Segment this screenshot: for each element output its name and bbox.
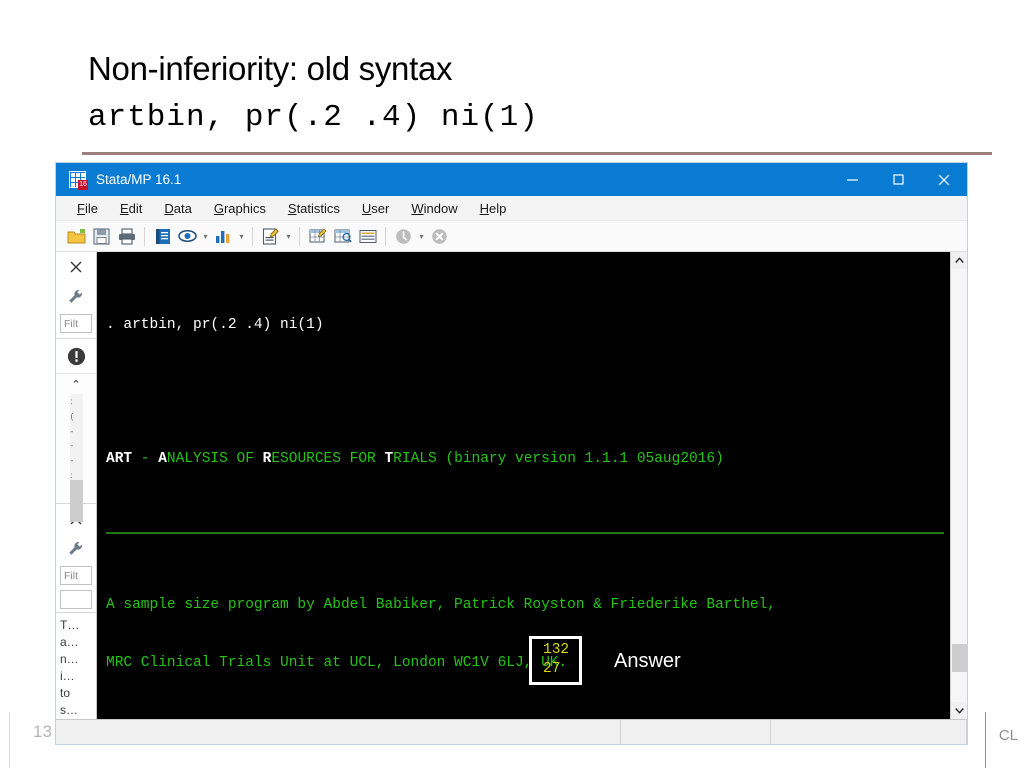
results-scrollbar[interactable] <box>950 252 967 719</box>
title-divider <box>82 152 992 155</box>
right-edge-divider <box>985 712 986 768</box>
toolbar-separator-2 <box>252 226 253 246</box>
toolbar: ▾ ▾ ▾ ▾ <box>56 221 967 252</box>
toolbar-separator <box>144 226 145 246</box>
slide-number: 13 <box>33 722 52 741</box>
list-item[interactable]: a… <box>60 634 96 651</box>
do-file-editor-icon[interactable] <box>258 224 283 249</box>
scroll-down-arrow-icon[interactable] <box>951 702 968 719</box>
page-subtitle-command: artbin, pr(.2 .4) ni(1) <box>88 100 539 135</box>
slide-canvas: Non-inferiority: old syntax artbin, pr(.… <box>0 0 1024 768</box>
menu-item-graphics[interactable]: Graphics <box>203 201 277 216</box>
list-item[interactable]: i… <box>60 668 96 685</box>
left-edge-divider <box>9 712 10 768</box>
viewer-eye-icon[interactable] <box>175 224 200 249</box>
variables-truncated-list: T… a… n… i… to s… <box>56 613 96 719</box>
clock-dropdown-caret-icon: ▾ <box>419 231 424 241</box>
data-editor-icon[interactable] <box>305 224 330 249</box>
menu-item-user[interactable]: User <box>351 201 400 216</box>
docked-side-panel: Filt ⌃ :(---: ⌄ <box>56 252 97 719</box>
status-cell-middle <box>621 720 771 744</box>
viewer-dropdown-caret-icon[interactable]: ▾ <box>200 224 211 249</box>
variables-manager-icon[interactable] <box>355 224 380 249</box>
menu-item-file[interactable]: File <box>66 201 109 216</box>
console-banner-line: ART - ANALYSIS OF RESOURCES FOR TRIALS (… <box>106 451 724 468</box>
history-settings-wrench-icon[interactable] <box>56 282 96 312</box>
window-titlebar: 16 Stata/MP 16.1 <box>56 163 967 196</box>
console-command-echo: . artbin, pr(.2 .4) ni(1) <box>106 316 324 333</box>
console-credits-line-2: MRC Clinical Trials Unit at UCL, London … <box>106 655 568 672</box>
list-item[interactable]: n… <box>60 651 96 668</box>
minimize-button[interactable] <box>829 163 875 196</box>
console-rule-top <box>106 531 944 534</box>
list-item[interactable]: s… <box>60 702 96 719</box>
print-icon[interactable] <box>114 224 139 249</box>
clock-icon <box>391 224 416 249</box>
history-scroll-up-arrow-icon[interactable]: ⌃ <box>71 374 80 394</box>
list-item[interactable]: to <box>60 685 96 702</box>
window-body: Filt ⌃ :(---: ⌄ <box>56 252 967 719</box>
open-folder-icon[interactable] <box>64 224 89 249</box>
status-bar <box>56 719 967 744</box>
menu-item-edit[interactable]: Edit <box>109 201 153 216</box>
stata-version-badge: 16 <box>78 180 88 190</box>
scroll-track[interactable] <box>950 269 967 702</box>
window-controls <box>829 163 967 196</box>
window-title: Stata/MP 16.1 <box>96 172 182 187</box>
data-browser-icon[interactable] <box>330 224 355 249</box>
history-scroll-track[interactable]: :(- - -: <box>69 394 83 522</box>
status-cell-right <box>771 720 967 744</box>
graph-icon[interactable] <box>211 224 236 249</box>
save-icon[interactable] <box>89 224 114 249</box>
do-file-dropdown-caret-icon[interactable]: ▾ <box>283 224 294 249</box>
menu-item-window[interactable]: Window <box>400 201 468 216</box>
variables-name-input[interactable] <box>60 590 92 609</box>
page-title: Non-inferiority: old syntax <box>88 50 453 87</box>
scroll-up-arrow-icon[interactable] <box>951 252 968 269</box>
corner-logo-text: CL <box>998 727 1018 744</box>
maximize-button[interactable] <box>875 163 921 196</box>
graph-dropdown-caret-icon[interactable]: ▾ <box>236 224 247 249</box>
scroll-thumb[interactable] <box>951 644 967 672</box>
results-output[interactable]: . artbin, pr(.2 .4) ni(1) ART - ANALYSIS… <box>97 252 950 719</box>
list-item[interactable]: T… <box>60 617 96 634</box>
history-row-ticks: :(- - -: <box>70 396 74 481</box>
menu-item-data[interactable]: Data <box>153 201 202 216</box>
variables-filter-input[interactable]: Filt <box>60 566 92 585</box>
stata-window: 16 Stata/MP 16.1 File Edit Data Graphics <box>55 162 968 745</box>
history-scrollbar[interactable]: ⌃ :(---: ⌄ <box>56 373 96 522</box>
history-filter-input[interactable]: Filt <box>60 314 92 333</box>
toolbar-separator-4 <box>385 226 386 246</box>
results-window: . artbin, pr(.2 .4) ni(1) ART - ANALYSIS… <box>97 252 967 719</box>
status-cell-main <box>56 720 621 744</box>
history-close-button[interactable] <box>56 252 96 282</box>
history-scroll-thumb[interactable] <box>69 480 83 522</box>
stata-logo-icon: 16 <box>69 171 88 190</box>
variables-settings-wrench-icon[interactable] <box>56 534 96 564</box>
console-credits-line-1: A sample size program by Abdel Babiker, … <box>106 597 777 614</box>
log-icon[interactable] <box>150 224 175 249</box>
break-stop-icon <box>427 224 452 249</box>
menu-item-statistics[interactable]: Statistics <box>277 201 351 216</box>
history-panel-header: Filt <box>56 252 96 339</box>
menu-bar: File Edit Data Graphics Statistics User … <box>56 196 967 221</box>
toolbar-separator-3 <box>299 226 300 246</box>
menu-item-help[interactable]: Help <box>469 201 518 216</box>
alert-icon <box>56 339 96 373</box>
close-button[interactable] <box>921 163 967 196</box>
